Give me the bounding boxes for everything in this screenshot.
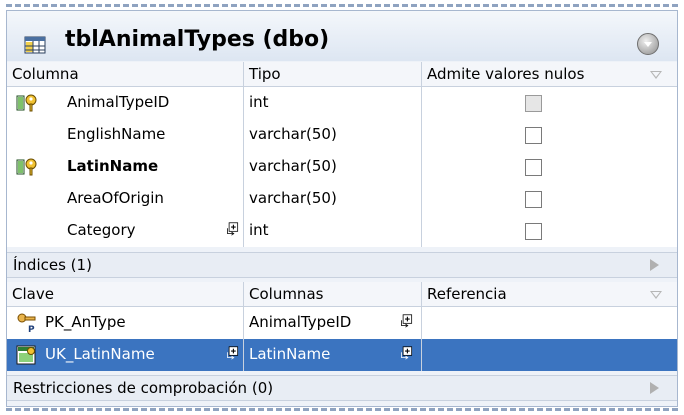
header-referencia[interactable]: Referencia	[427, 285, 507, 303]
column-row[interactable]: AnimalTypeID int	[7, 87, 677, 119]
column-name: LatinName	[67, 157, 159, 175]
column-row[interactable]: EnglishName varchar(50)	[7, 119, 677, 151]
index-key: UK_LatinName	[45, 345, 155, 363]
nullable-checkbox[interactable]	[525, 159, 542, 176]
column-type: int	[249, 221, 269, 239]
key-column-icon	[16, 94, 37, 112]
header-tipo[interactable]: Tipo	[249, 65, 281, 83]
checks-section-label: Restricciones de comprobación (0)	[13, 379, 274, 397]
table-icon	[24, 36, 46, 54]
header-nulos[interactable]: Admite valores nulos	[427, 65, 584, 83]
filter-icon[interactable]	[650, 71, 662, 79]
expand-icon[interactable]	[226, 222, 240, 236]
nullable-checkbox[interactable]	[525, 223, 542, 240]
key-column-icon	[16, 158, 37, 176]
window-title: tblAnimalTypes (dbo)	[65, 27, 330, 52]
expand-section-icon[interactable]	[650, 382, 659, 394]
column-type: int	[249, 93, 269, 111]
columns-header: Columna Tipo Admite valores nulos	[7, 62, 677, 87]
top-border	[6, 4, 678, 7]
column-type: varchar(50)	[249, 157, 337, 175]
column-type: varchar(50)	[249, 125, 337, 143]
header-columna[interactable]: Columna	[12, 65, 79, 83]
index-columns: AnimalTypeID	[249, 313, 352, 331]
header-clave[interactable]: Clave	[12, 285, 54, 303]
column-row[interactable]: Category int	[7, 215, 677, 247]
index-row-selected[interactable]: UK_LatinName LatinName	[7, 339, 677, 371]
index-row[interactable]: P PK_AnType AnimalTypeID	[7, 307, 677, 339]
column-name: AnimalTypeID	[67, 93, 170, 111]
indices-section-label: Índices (1)	[13, 256, 92, 274]
header-columnas[interactable]: Columnas	[249, 285, 323, 303]
column-name: EnglishName	[67, 125, 166, 143]
nullable-checkbox[interactable]	[525, 95, 542, 112]
indices-header: Clave Columnas Referencia	[7, 282, 677, 307]
filter-icon[interactable]	[650, 291, 662, 299]
title-bar[interactable]: tblAnimalTypes (dbo)	[7, 11, 677, 61]
svg-text:P: P	[28, 325, 35, 334]
collapse-button[interactable]	[637, 33, 659, 55]
index-columns: LatinName	[249, 345, 331, 363]
column-row[interactable]: LatinName varchar(50)	[7, 151, 677, 183]
nullable-checkbox[interactable]	[525, 127, 542, 144]
column-row[interactable]: AreaOfOrigin varchar(50)	[7, 183, 677, 215]
expand-icon[interactable]	[400, 314, 414, 328]
expand-section-icon[interactable]	[650, 259, 659, 271]
expand-icon[interactable]	[400, 346, 414, 360]
primary-key-icon: P	[17, 313, 36, 334]
bottom-border	[6, 408, 678, 411]
checks-section[interactable]: Restricciones de comprobación (0)	[7, 375, 677, 401]
indices-section[interactable]: Índices (1)	[7, 252, 677, 278]
expand-icon[interactable]	[226, 346, 240, 360]
table-designer-window: tblAnimalTypes (dbo) Columna Tipo Admite…	[6, 10, 678, 407]
nullable-checkbox[interactable]	[525, 191, 542, 208]
index-key: PK_AnType	[45, 313, 126, 331]
column-name: Category	[67, 221, 136, 239]
unique-key-icon	[16, 345, 36, 365]
column-name: AreaOfOrigin	[67, 189, 164, 207]
column-type: varchar(50)	[249, 189, 337, 207]
